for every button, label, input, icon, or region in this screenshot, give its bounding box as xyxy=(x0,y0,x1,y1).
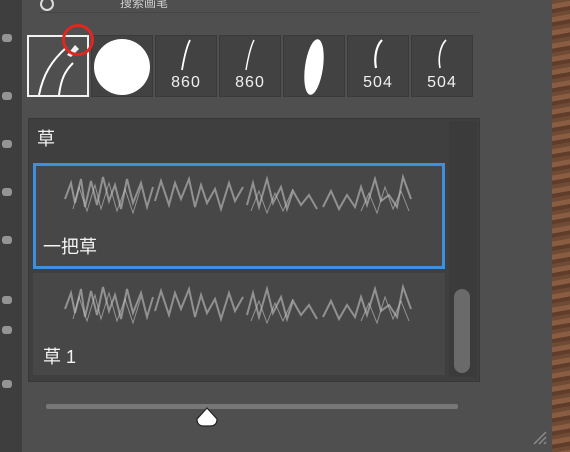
round-brush-icon xyxy=(94,39,150,95)
brush-size-slider[interactable] xyxy=(46,404,458,427)
grass-stroke-preview xyxy=(64,173,412,215)
preset-stroke-3[interactable]: 504 xyxy=(347,35,409,97)
tool-icon[interactable] xyxy=(2,296,12,304)
tool-icon[interactable] xyxy=(2,34,12,42)
preset-stroke-1[interactable]: 860 xyxy=(155,35,217,97)
brush-size-label: 860 xyxy=(171,74,201,91)
tool-icon[interactable] xyxy=(2,140,12,148)
resize-grip-icon[interactable] xyxy=(530,428,548,446)
search-icon xyxy=(40,0,54,11)
oval-brush-icon xyxy=(304,39,324,95)
brush-list: 草 一把草 草 1 xyxy=(28,118,480,382)
tool-icon[interactable] xyxy=(2,380,12,388)
grass-stroke-preview xyxy=(64,283,412,325)
tool-strip xyxy=(0,0,23,452)
brush-name: 草 1 xyxy=(43,347,77,367)
preset-round[interactable] xyxy=(91,35,153,97)
slider-knob[interactable] xyxy=(196,407,218,427)
brush-name: 一把草 xyxy=(43,237,97,257)
tool-icon[interactable] xyxy=(2,236,12,244)
preset-stroke-2[interactable]: 860 xyxy=(219,35,281,97)
preset-stroke-4[interactable]: 504 xyxy=(411,35,473,97)
tool-icon[interactable] xyxy=(2,326,12,334)
brush-size-label: 860 xyxy=(235,74,265,91)
tool-icon[interactable] xyxy=(2,92,12,100)
brush-size-label: 504 xyxy=(427,74,457,91)
scroll-thumb[interactable] xyxy=(454,289,470,373)
brush-item-selected[interactable]: 一把草 xyxy=(33,163,445,269)
brush-preset-row: 860 860 504 504 xyxy=(27,35,482,101)
canvas-edge xyxy=(552,0,570,452)
highlight-annotation-circle xyxy=(62,24,94,56)
brush-group-label: 草 xyxy=(37,129,55,149)
brush-list-scrollbar[interactable] xyxy=(449,121,477,377)
search-placeholder: 搜索画笔 xyxy=(120,0,169,10)
tool-icon[interactable] xyxy=(2,188,12,196)
brush-preset-panel: 搜索画笔 860 860 504 504 草 一把草 草 1 xyxy=(22,0,552,452)
preset-oval[interactable] xyxy=(283,35,345,97)
brush-search-field[interactable]: 搜索画笔 xyxy=(40,0,480,13)
brush-item[interactable]: 草 1 xyxy=(33,273,445,375)
brush-size-label: 504 xyxy=(363,74,393,91)
